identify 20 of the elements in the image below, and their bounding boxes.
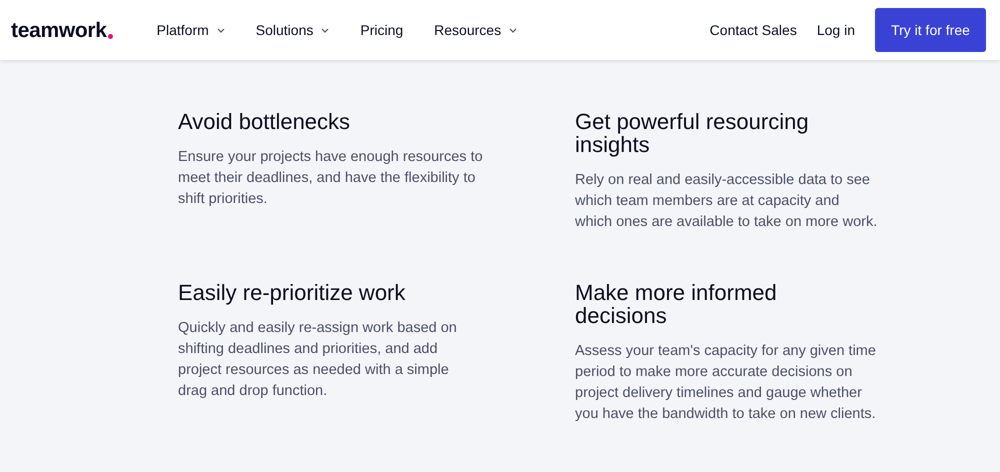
logo[interactable]: teamwork [11,20,107,40]
feature-heading: Get powerful resourcing insights [575,110,810,156]
chevron-down-icon [509,28,518,32]
feature-heading: Avoid bottlenecks [178,110,352,133]
nav-menu-item[interactable]: Solutions [256,22,330,38]
feature-description: Assess your team's capacity for any given time period to make more accurate decisions on project delivery timelines and gauge whether you have the bandwidth to take on new clients. [575,342,877,424]
feature-description: Ensure your projects have enough resources to meet their deadlines, and have the flexibility to shift priorities. [178,148,484,209]
chevron-down-icon [216,28,225,32]
nav-menu-item[interactable]: Pricing [360,22,404,38]
nav-menu-item[interactable]: Platform [156,22,225,38]
chevron-down-icon [321,28,330,32]
nav-link[interactable]: Log in [816,22,855,38]
try-free-button[interactable]: Try it for free [875,8,986,52]
feature-description: Rely on real and easily-accessible data to see which team members are at capacity and which ones are available to take on more work. [575,171,878,232]
feature-description: Quickly and easily re-assign work based on shifting deadlines and priorities, and add project resources as needed with a simple drag and drop function. [178,319,458,401]
feature-heading: Easily re-prioritize work [178,281,406,304]
feature-heading: Make more informed decisions [575,281,778,327]
nav-link[interactable]: Contact Sales [710,22,797,38]
nav-menu-item[interactable]: Resources [434,22,518,38]
logo-dot-icon [108,34,113,38]
